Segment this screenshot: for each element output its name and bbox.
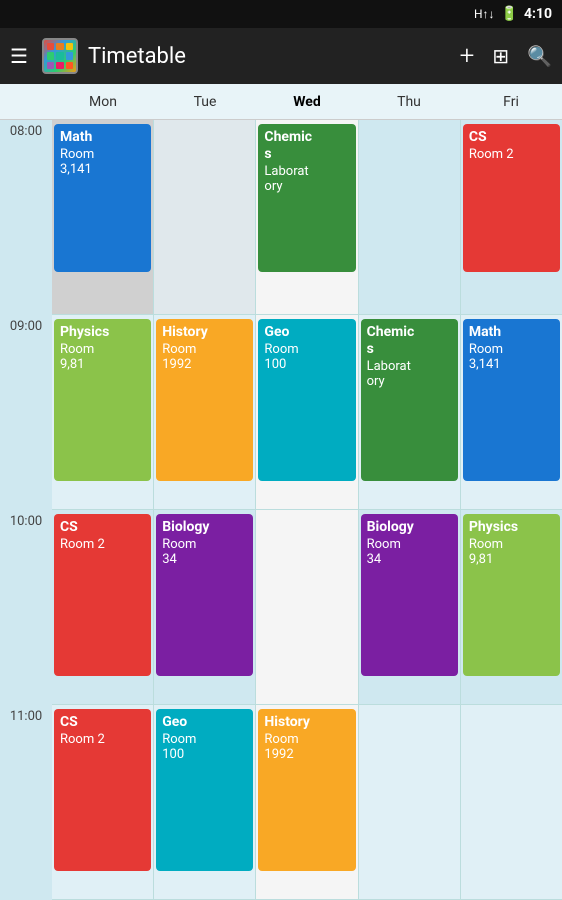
mon-hour-1100: CS Room 2 xyxy=(52,705,153,900)
add-icon[interactable]: + xyxy=(460,41,475,71)
subject-name: Physics xyxy=(469,519,554,536)
wed-hour-1000 xyxy=(256,510,357,705)
fri-hour-1100 xyxy=(461,705,562,900)
subject-name: Biology xyxy=(367,519,452,536)
subject-name: CS xyxy=(60,519,145,536)
subject-history-tue-09[interactable]: History Room1992 xyxy=(156,319,253,481)
timetable-container: 08:00 09:00 10:00 11:00 12:00 Math Room3… xyxy=(0,120,562,900)
battery-icon: 🔋 xyxy=(501,6,518,22)
room-info: Room 2 xyxy=(60,537,145,553)
subject-physics-mon[interactable]: Physics Room9,81 xyxy=(54,319,151,481)
room-info: Room100 xyxy=(162,732,247,763)
wed-hour-1100: History Room1992 xyxy=(256,705,357,900)
subject-chemics-wed-08[interactable]: Chemics Laboratory xyxy=(258,124,355,272)
subject-name: Math xyxy=(469,324,554,341)
room-info: Laboratory xyxy=(367,359,452,390)
time-0900: 09:00 xyxy=(0,315,52,510)
fri-hour-0800: CS Room 2 xyxy=(461,120,562,315)
subject-biology-thu[interactable]: Biology Room34 xyxy=(361,514,458,676)
subject-biology-tue[interactable]: Biology Room34 xyxy=(156,514,253,676)
tue-hour-1100: Geo Room100 xyxy=(154,705,255,900)
subject-geo-tue[interactable]: Geo Room100 xyxy=(156,709,253,871)
subject-name: Geo xyxy=(264,324,349,341)
day-tue: Tue xyxy=(154,94,256,110)
status-bar: H↑↓ 🔋 4:10 xyxy=(0,0,562,28)
tue-hour-0900: History Room1992 xyxy=(154,315,255,510)
timetable-grid: 08:00 09:00 10:00 11:00 12:00 Math Room3… xyxy=(0,120,562,900)
subject-name: Biology xyxy=(162,519,247,536)
day-column-tue: History Room1992 Biology Room34 Geo Room… xyxy=(153,120,255,900)
day-column-thu: Chemics Laboratory Biology Room34 xyxy=(358,120,460,900)
fri-hour-1000: Physics Room9,81 xyxy=(461,510,562,705)
time-column: 08:00 09:00 10:00 11:00 12:00 xyxy=(0,120,52,900)
subject-name: Geo xyxy=(162,714,247,731)
room-info: Room3,141 xyxy=(469,342,554,373)
day-column-mon: Math Room3,141 Physics Room9,81 CS Room … xyxy=(52,120,153,900)
subject-math-mon[interactable]: Math Room3,141 xyxy=(54,124,151,272)
day-thu: Thu xyxy=(358,94,460,110)
mon-hour-0900: Physics Room9,81 xyxy=(52,315,153,510)
day-column-fri: CS Room 2 Math Room3,141 Physics Room9,8… xyxy=(460,120,562,900)
wed-hour-0900: Geo Room100 xyxy=(256,315,357,510)
subject-geo-wed[interactable]: Geo Room100 xyxy=(258,319,355,481)
switch-view-icon[interactable]: ⊞ xyxy=(492,44,509,68)
subject-name: Physics xyxy=(60,324,145,341)
subject-name: Chemics xyxy=(367,324,452,358)
room-info: Room3,141 xyxy=(60,147,145,178)
app-title: Timetable xyxy=(88,44,450,69)
subject-name: CS xyxy=(60,714,145,731)
subject-math-fri[interactable]: Math Room3,141 xyxy=(463,319,560,481)
mon-hour-1000: CS Room 2 xyxy=(52,510,153,705)
mon-hour-0800: Math Room3,141 xyxy=(52,120,153,315)
time-1100: 11:00 xyxy=(0,705,52,900)
tue-hour-1000: Biology Room34 xyxy=(154,510,255,705)
app-logo xyxy=(42,38,78,74)
thu-hour-1000: Biology Room34 xyxy=(359,510,460,705)
signal-icon: H↑↓ xyxy=(474,7,495,21)
day-mon: Mon xyxy=(52,94,154,110)
wed-hour-0800: Chemics Laboratory xyxy=(256,120,357,315)
fri-hour-0900: Math Room3,141 xyxy=(461,315,562,510)
room-info: Room 2 xyxy=(60,732,145,748)
time-0800: 08:00 xyxy=(0,120,52,315)
room-info: Room1992 xyxy=(264,732,349,763)
thu-hour-0800 xyxy=(359,120,460,315)
header-actions: + ⊞ 🔍 xyxy=(460,41,552,71)
subject-name: CS xyxy=(469,129,554,146)
subject-name: Math xyxy=(60,129,145,146)
tue-hour-0800 xyxy=(154,120,255,315)
subject-physics-fri[interactable]: Physics Room9,81 xyxy=(463,514,560,676)
subject-history-wed-11[interactable]: History Room1992 xyxy=(258,709,355,871)
subject-name: Chemics xyxy=(264,129,349,163)
subject-cs-fri-08[interactable]: CS Room 2 xyxy=(463,124,560,272)
room-info: Laboratory xyxy=(264,164,349,195)
subject-cs-mon-11[interactable]: CS Room 2 xyxy=(54,709,151,871)
day-header-row: Mon Tue Wed Thu Fri xyxy=(0,84,562,120)
room-info: Room 2 xyxy=(469,147,554,163)
room-info: Room9,81 xyxy=(60,342,145,373)
subject-name: History xyxy=(264,714,349,731)
subject-chemics-thu[interactable]: Chemics Laboratory xyxy=(361,319,458,481)
thu-hour-0900: Chemics Laboratory xyxy=(359,315,460,510)
days-container: Math Room3,141 Physics Room9,81 CS Room … xyxy=(52,120,562,900)
room-info: Room100 xyxy=(264,342,349,373)
room-info: Room9,81 xyxy=(469,537,554,568)
subject-name: History xyxy=(162,324,247,341)
room-info: Room1992 xyxy=(162,342,247,373)
day-wed: Wed xyxy=(256,94,358,110)
day-column-wed: Chemics Laboratory Geo Room100 History R… xyxy=(255,120,357,900)
clock: 4:10 xyxy=(524,6,552,22)
time-1000: 10:00 xyxy=(0,510,52,705)
room-info: Room34 xyxy=(367,537,452,568)
search-icon[interactable]: 🔍 xyxy=(527,44,552,68)
day-fri: Fri xyxy=(460,94,562,110)
thu-hour-1100 xyxy=(359,705,460,900)
room-info: Room34 xyxy=(162,537,247,568)
menu-icon[interactable]: ☰ xyxy=(10,44,28,68)
app-header: ☰ Timetable + ⊞ 🔍 xyxy=(0,28,562,84)
subject-cs-mon-10[interactable]: CS Room 2 xyxy=(54,514,151,676)
